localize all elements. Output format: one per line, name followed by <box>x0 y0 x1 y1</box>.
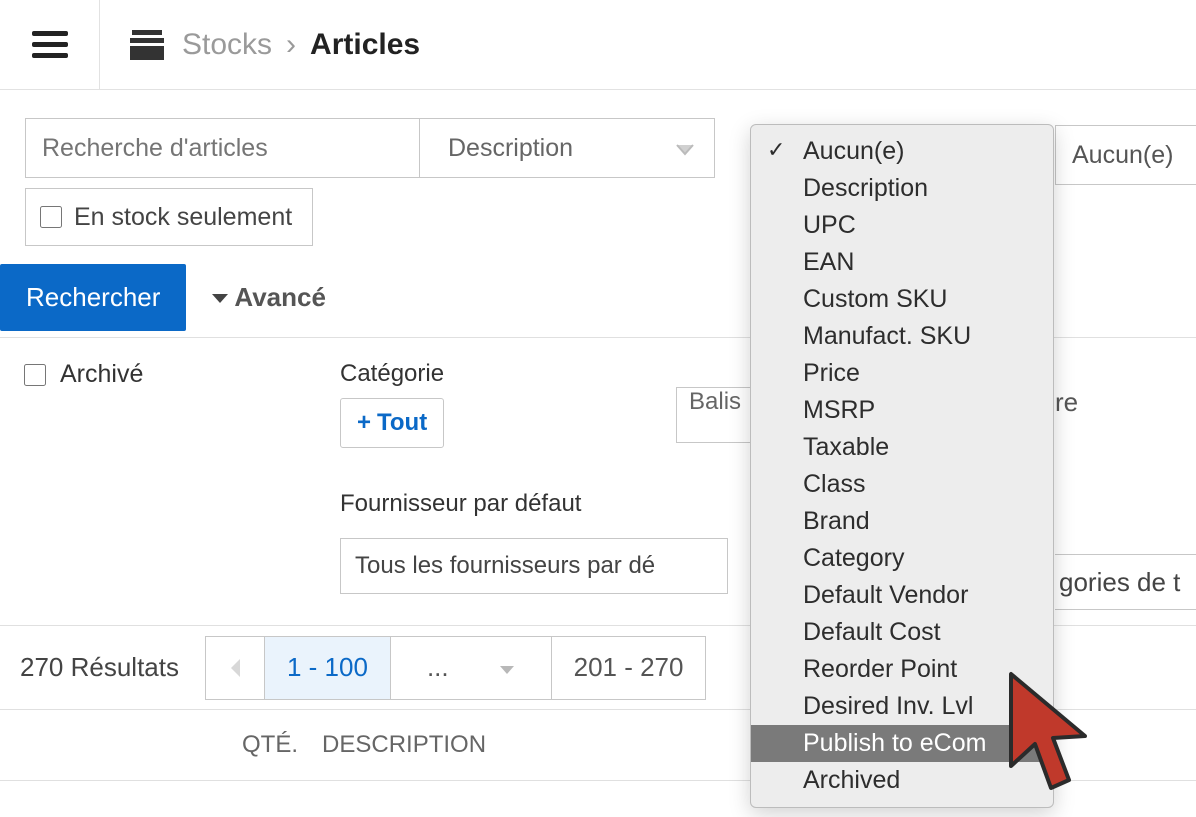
breadcrumb-parent[interactable]: Stocks <box>182 28 272 62</box>
page-prev-button[interactable] <box>206 637 265 699</box>
results-count: 270 Résultats <box>20 652 179 683</box>
page-dots: ... <box>427 652 449 683</box>
dropdown-option[interactable]: Taxable <box>751 429 1053 466</box>
dropdown-option[interactable]: Desired Inv. Lvl <box>751 688 1053 725</box>
search-input[interactable] <box>25 118 420 178</box>
dropdown-option[interactable]: Reorder Point <box>751 651 1053 688</box>
archived-checkbox[interactable] <box>24 364 46 386</box>
dropdown-option[interactable]: Default Cost <box>751 614 1053 651</box>
search-button[interactable]: Rechercher <box>0 264 186 331</box>
dropdown-label: Description <box>448 134 573 163</box>
chevron-right-icon: › <box>286 28 296 62</box>
plus-icon: + <box>357 409 371 437</box>
dropdown-option[interactable]: Archived <box>751 762 1053 799</box>
dropdown-option[interactable]: Aucun(e) <box>751 133 1053 170</box>
dropdown-option[interactable]: UPC <box>751 207 1053 244</box>
dropdown-option[interactable]: Price <box>751 355 1053 392</box>
dropdown-option[interactable]: EAN <box>751 244 1053 281</box>
add-category-label: Tout <box>377 409 427 437</box>
dropdown-option[interactable]: Default Vendor <box>751 577 1053 614</box>
breadcrumb[interactable]: Stocks › Articles <box>182 28 420 62</box>
in-stock-label: En stock seulement <box>74 203 292 232</box>
dropdown-option[interactable]: Publish to eCom <box>751 725 1053 762</box>
page-current[interactable]: 1 - 100 <box>265 637 391 699</box>
tags-input-fragment[interactable]: Balis <box>676 387 754 443</box>
dropdown-option[interactable]: Custom SKU <box>751 281 1053 318</box>
advanced-label: Avancé <box>234 282 326 313</box>
pagination: 1 - 100 ... 201 - 270 <box>205 636 707 700</box>
label-fragment-re: re <box>1055 387 1078 418</box>
hamburger-button[interactable] <box>0 0 100 89</box>
secondary-dropdown[interactable]: Aucun(e) <box>1055 125 1196 185</box>
add-category-button[interactable]: + Tout <box>340 398 444 448</box>
dropdown-option[interactable]: Class <box>751 466 1053 503</box>
th-qty: QTÉ. <box>242 731 298 759</box>
chevron-down-icon <box>676 134 694 163</box>
search-field-dropdown[interactable]: Description <box>420 118 715 178</box>
dropdown-option[interactable]: Manufact. SKU <box>751 318 1053 355</box>
archived-filter[interactable]: Archivé <box>24 360 330 389</box>
breadcrumb-current: Articles <box>310 28 420 62</box>
chevron-down-icon <box>210 282 230 313</box>
archived-label: Archivé <box>60 360 143 389</box>
stocks-icon <box>130 30 164 60</box>
chevron-down-icon <box>499 652 515 683</box>
advanced-toggle[interactable]: Avancé <box>210 282 326 313</box>
th-description: DESCRIPTION <box>322 731 486 759</box>
dropdown-option[interactable]: Category <box>751 540 1053 577</box>
page-selector[interactable]: ... <box>391 637 552 699</box>
app-header: Stocks › Articles <box>0 0 1196 90</box>
dropdown-option[interactable]: Brand <box>751 503 1053 540</box>
dropdown-option[interactable]: MSRP <box>751 392 1053 429</box>
in-stock-checkbox[interactable] <box>40 206 62 228</box>
hamburger-icon <box>32 31 68 59</box>
dropdown-label: Aucun(e) <box>1072 141 1173 170</box>
in-stock-only-toggle[interactable]: En stock seulement <box>25 188 313 246</box>
dropdown-option[interactable]: Description <box>751 170 1053 207</box>
field-dropdown-popup[interactable]: Aucun(e)DescriptionUPCEANCustom SKUManuf… <box>750 124 1054 808</box>
default-supplier-dropdown[interactable] <box>340 538 728 594</box>
page-last[interactable]: 201 - 270 <box>552 637 706 699</box>
label-fragment-gories[interactable]: gories de t <box>1055 554 1196 610</box>
